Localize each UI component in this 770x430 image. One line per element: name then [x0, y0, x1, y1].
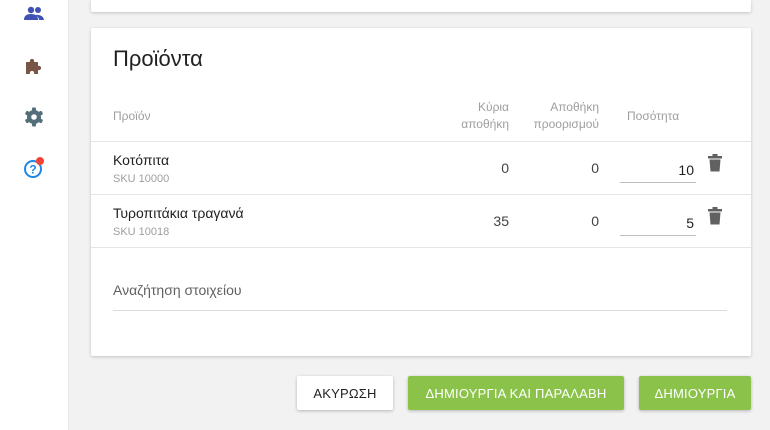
product-name: Κοτόπιτα: [113, 152, 170, 168]
previous-card: [91, 0, 751, 12]
products-card: Προϊόντα Προϊόν Κύρια αποθήκη Αποθήκη πρ…: [91, 28, 751, 356]
create-and-receive-button[interactable]: ΔΗΜΙΟΥΡΓΙΑ ΚΑΙ ΠΑΡΑΛΑΒΗ: [408, 376, 624, 410]
sidebar: ?: [0, 0, 69, 430]
trash-icon[interactable]: [708, 154, 726, 178]
quantity-input[interactable]: 10: [620, 154, 696, 183]
destination-stock: 0: [591, 213, 599, 229]
main-warehouse-stock: 35: [493, 213, 509, 229]
card-title: Προϊόντα: [113, 46, 203, 71]
trash-icon[interactable]: [708, 207, 726, 231]
quantity-input[interactable]: 5: [620, 207, 696, 236]
table-row: Κοτόπιτα SKU 10000 0 0 10: [91, 141, 751, 194]
destination-stock: 0: [591, 160, 599, 176]
header-main-warehouse: Κύρια αποθήκη: [461, 100, 509, 131]
cancel-button[interactable]: ΑΚΥΡΩΣΗ: [297, 376, 393, 410]
product-name: Τυροπιτάκια τραγανά: [113, 205, 244, 221]
help-icon[interactable]: ?: [22, 156, 46, 180]
gear-icon[interactable]: [22, 105, 46, 129]
svg-text:?: ?: [29, 163, 36, 177]
search-input[interactable]: Αναζήτηση στοιχείου: [113, 282, 242, 298]
create-button[interactable]: ΔΗΜΙΟΥΡΓΙΑ: [639, 376, 751, 410]
people-icon[interactable]: [22, 2, 46, 26]
table-row: Τυροπιτάκια τραγανά SKU 10018 35 0 5: [91, 194, 751, 247]
header-product: Προϊόν: [113, 109, 151, 123]
puzzle-icon[interactable]: [22, 54, 46, 78]
header-destination-warehouse: Αποθήκη προορισμού: [533, 100, 599, 131]
product-sku: SKU 10018: [113, 226, 170, 238]
product-sku: SKU 10000: [113, 173, 170, 185]
row-divider: [91, 247, 751, 248]
header-quantity: Ποσότητα: [627, 109, 680, 123]
main-warehouse-stock: 0: [501, 160, 509, 176]
notification-badge: [36, 157, 44, 165]
search-underline: [113, 310, 727, 311]
